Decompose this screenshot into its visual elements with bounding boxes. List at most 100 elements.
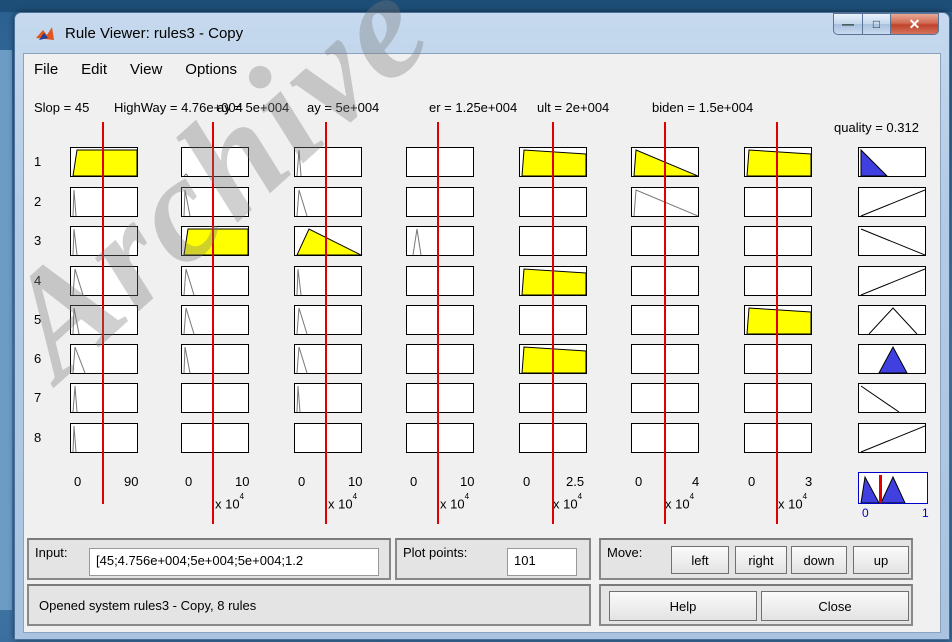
- axis-min-2: 0: [185, 474, 193, 489]
- mf-plot-r7-c7[interactable]: [744, 383, 812, 413]
- axis-max-7: 3: [805, 474, 813, 489]
- mf-plot-r6-c2[interactable]: [181, 344, 249, 374]
- mf-shape-r8-c7: [745, 424, 811, 452]
- mf-shape-r8-c4: [407, 424, 473, 452]
- axis-multiplier-3: x 104: [328, 492, 357, 511]
- input-crosshair-1[interactable]: [102, 122, 104, 504]
- mf-plot-r7-c4[interactable]: [406, 383, 474, 413]
- rule-number-8[interactable]: 8: [34, 430, 41, 445]
- mf-shape-r7-c2: [182, 384, 248, 412]
- aggregated-output-shape: [860, 475, 906, 504]
- mf-plot-r1-c4[interactable]: [406, 147, 474, 177]
- mf-plot-r3-c3[interactable]: [294, 226, 362, 256]
- input-header-5: er = 1.25e+004: [429, 100, 518, 115]
- menu-view[interactable]: View: [130, 61, 162, 78]
- window-title: Rule Viewer: rules3 - Copy: [65, 25, 244, 42]
- output-mf-r7[interactable]: [858, 383, 926, 413]
- output-mf-r5[interactable]: [858, 305, 926, 335]
- mf-plot-r1-c1[interactable]: [70, 147, 138, 177]
- mf-plot-r4-c4[interactable]: [406, 266, 474, 296]
- mf-plot-r2-c7[interactable]: [744, 187, 812, 217]
- mf-plot-r2-c4[interactable]: [406, 187, 474, 217]
- mf-plot-r5-c3[interactable]: [294, 305, 362, 335]
- axis-min-6: 0: [635, 474, 643, 489]
- plot-points-field[interactable]: 101: [507, 548, 577, 576]
- menu-file[interactable]: File: [34, 61, 58, 78]
- minimize-button[interactable]: —: [833, 13, 863, 35]
- axis-max-2: 10: [235, 474, 250, 489]
- output-axis-max: 1: [922, 506, 929, 520]
- rule-number-4[interactable]: 4: [34, 273, 41, 288]
- mf-plot-r8-c1[interactable]: [70, 423, 138, 453]
- mf-plot-r2-c1[interactable]: [70, 187, 138, 217]
- rule-number-7[interactable]: 7: [34, 390, 41, 405]
- input-crosshair-6[interactable]: [664, 122, 666, 524]
- output-mf-r1[interactable]: [858, 147, 926, 177]
- axis-exponent-4: 4: [464, 492, 470, 501]
- close-button[interactable]: Close: [761, 591, 909, 621]
- mf-plot-r5-c1[interactable]: [70, 305, 138, 335]
- title-bar[interactable]: Rule Viewer: rules3 - Copy — □ ✕: [15, 13, 949, 53]
- mf-plot-r5-c2[interactable]: [181, 305, 249, 335]
- mf-plot-r5-c7[interactable]: [744, 305, 812, 335]
- mf-plot-r3-c2[interactable]: [181, 226, 249, 256]
- mf-plot-r8-c4[interactable]: [406, 423, 474, 453]
- rule-number-6[interactable]: 6: [34, 351, 41, 366]
- aggregated-output-plot[interactable]: [858, 472, 928, 504]
- mf-plot-r2-c2[interactable]: [181, 187, 249, 217]
- mf-plot-r8-c7[interactable]: [744, 423, 812, 453]
- help-button[interactable]: Help: [609, 591, 757, 621]
- mf-plot-r8-c2[interactable]: [181, 423, 249, 453]
- rule-number-5[interactable]: 5: [34, 312, 41, 327]
- move-right-button[interactable]: right: [735, 546, 787, 574]
- maximize-button[interactable]: □: [863, 13, 891, 35]
- output-mf-r3[interactable]: [858, 226, 926, 256]
- mf-plot-r4-c7[interactable]: [744, 266, 812, 296]
- output-mf-r4[interactable]: [858, 266, 926, 296]
- mf-plot-r4-c2[interactable]: [181, 266, 249, 296]
- mf-plot-r1-c7[interactable]: [744, 147, 812, 177]
- mf-plot-r3-c4[interactable]: [406, 226, 474, 256]
- client-area: File Edit View Options Slop = 45 HighWay …: [0, 0, 941, 633]
- mf-shape-r5-c3: [296, 307, 308, 334]
- rule-number-2[interactable]: 2: [34, 194, 41, 209]
- input-crosshair-3[interactable]: [325, 122, 327, 524]
- rule-plot-area[interactable]: Slop = 45 HighWay = 4.76e+004 ay = 5e+004 a…: [24, 84, 940, 532]
- mf-plot-r8-c3[interactable]: [294, 423, 362, 453]
- rule-number-3[interactable]: 3: [34, 233, 41, 248]
- move-label: Move:: [607, 545, 643, 560]
- mf-plot-r6-c3[interactable]: [294, 344, 362, 374]
- mf-shape-r2-c1: [72, 189, 77, 216]
- output-mf-r2[interactable]: [858, 187, 926, 217]
- output-mf-r8[interactable]: [858, 423, 926, 453]
- mf-plot-r4-c3[interactable]: [294, 266, 362, 296]
- menu-options[interactable]: Options: [185, 61, 237, 78]
- move-up-button[interactable]: up: [853, 546, 909, 574]
- mf-plot-r1-c2[interactable]: [181, 147, 249, 177]
- mf-plot-r6-c4[interactable]: [406, 344, 474, 374]
- mf-plot-r7-c3[interactable]: [294, 383, 362, 413]
- move-left-button[interactable]: left: [671, 546, 729, 574]
- input-crosshair-5[interactable]: [552, 122, 554, 524]
- move-down-button[interactable]: down: [791, 546, 847, 574]
- axis-multiplier-text-4: x 10: [440, 496, 465, 512]
- menu-edit[interactable]: Edit: [81, 61, 107, 78]
- output-mf-r6[interactable]: [858, 344, 926, 374]
- close-window-button[interactable]: ✕: [891, 13, 939, 35]
- mf-plot-r1-c3[interactable]: [294, 147, 362, 177]
- rule-number-1[interactable]: 1: [34, 154, 41, 169]
- mf-plot-r6-c1[interactable]: [70, 344, 138, 374]
- mf-plot-r6-c7[interactable]: [744, 344, 812, 374]
- input-label: Input:: [35, 545, 68, 560]
- input-crosshair-7[interactable]: [776, 122, 778, 524]
- input-crosshair-2[interactable]: [212, 122, 214, 524]
- mf-plot-r4-c1[interactable]: [70, 266, 138, 296]
- mf-plot-r7-c2[interactable]: [181, 383, 249, 413]
- mf-plot-r3-c1[interactable]: [70, 226, 138, 256]
- mf-plot-r5-c4[interactable]: [406, 305, 474, 335]
- input-crosshair-4[interactable]: [437, 122, 439, 524]
- input-field[interactable]: [45;4.756e+004;5e+004;5e+004;1.2: [89, 548, 379, 576]
- mf-plot-r3-c7[interactable]: [744, 226, 812, 256]
- mf-plot-r7-c1[interactable]: [70, 383, 138, 413]
- mf-plot-r2-c3[interactable]: [294, 187, 362, 217]
